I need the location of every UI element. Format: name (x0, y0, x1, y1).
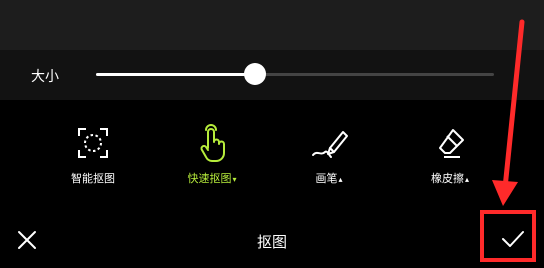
check-icon[interactable] (500, 228, 526, 250)
preview-area (0, 0, 544, 50)
dropdown-caret-icon: ▴ (338, 175, 343, 184)
dropdown-caret-icon: ▾ (232, 175, 237, 184)
smart-cutout-icon (78, 128, 108, 158)
tool-quick-cutout[interactable]: 快速抠图▾ (172, 122, 252, 186)
size-slider-thumb[interactable] (244, 63, 266, 85)
tool-label: 快速抠图 (187, 172, 232, 185)
tool-label: 橡皮擦 (430, 172, 464, 185)
tap-finger-icon (200, 124, 225, 162)
dropdown-caret-icon: ▴ (464, 175, 469, 184)
tool-label: 画笔 (315, 172, 338, 185)
tool-smart-cutout[interactable]: 智能抠图 (53, 122, 133, 186)
size-label: 大小 (31, 69, 59, 85)
tool-label: 智能抠图 (71, 172, 115, 185)
brush-icon (312, 131, 348, 158)
size-slider-fill (96, 73, 255, 76)
eraser-icon (439, 129, 464, 158)
page-title: 抠图 (256, 233, 287, 251)
tool-eraser[interactable]: 橡皮擦▴ (410, 122, 490, 186)
tool-brush[interactable]: 画笔▴ (289, 122, 369, 186)
